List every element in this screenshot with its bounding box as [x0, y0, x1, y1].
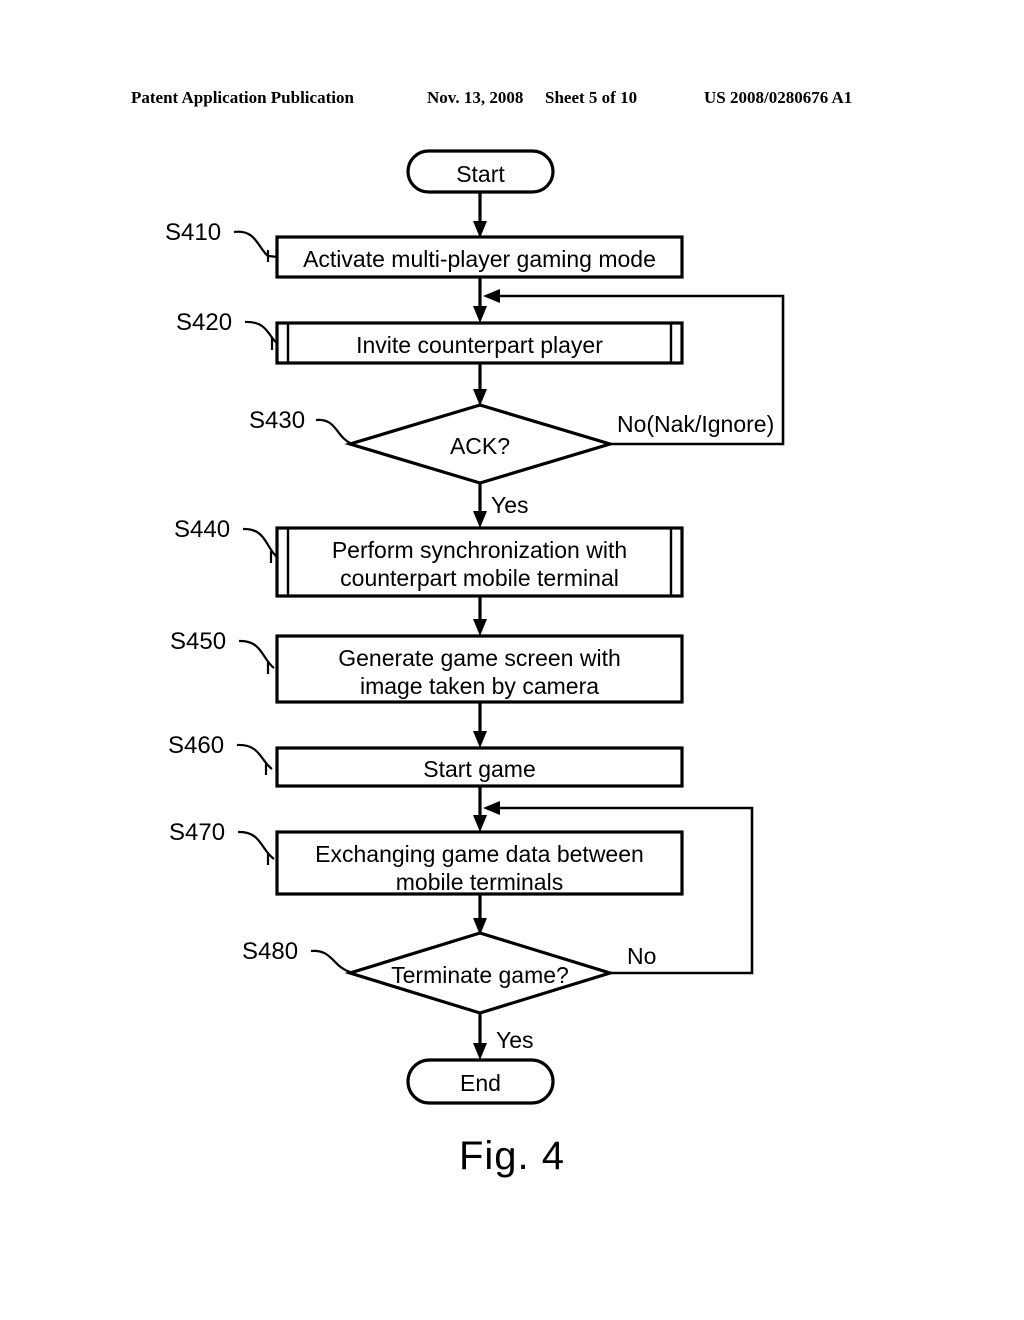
node-s450-shape [275, 634, 684, 704]
node-end-shape [406, 1058, 555, 1105]
node-s470-shape [275, 830, 684, 896]
node-s430-shape [344, 403, 616, 485]
edge-label-ack-no: No(Nak/Ignore) [617, 411, 775, 437]
node-s460-shape [275, 746, 684, 788]
ref-label-s460: S460 [168, 732, 225, 759]
edge-s460-to-s470 [473, 786, 487, 832]
edge-s480-yes-to-end [473, 1013, 487, 1060]
ref-label-s430: S430 [249, 407, 306, 434]
edge-label-terminate-no: No [627, 943, 657, 969]
edge-s470-to-s480 [473, 894, 487, 935]
ref-label-s470: S470 [169, 819, 226, 846]
edge-s430-yes-to-s440 [473, 483, 487, 528]
edge-label-terminate-yes: Yes [496, 1027, 534, 1053]
edge-s410-to-s420 [473, 277, 487, 323]
ref-label-s420: S420 [176, 309, 233, 336]
edge-s450-to-s460 [473, 702, 487, 748]
ref-label-s480: S480 [242, 938, 299, 965]
node-s480-shape [344, 931, 616, 1015]
ref-label-s410: S410 [165, 219, 222, 246]
node-s410-shape [275, 235, 684, 279]
edge-s420-to-s430 [473, 363, 487, 406]
figure-caption: Fig. 4 [458, 1134, 566, 1178]
node-start-shape [406, 149, 555, 194]
node-s440-shape [275, 526, 684, 598]
edge-label-ack-yes: Yes [491, 492, 529, 518]
ref-label-s440: S440 [174, 516, 231, 543]
flowchart-graphics [233, 149, 785, 1105]
edge-s440-to-s450 [473, 596, 487, 636]
patent-page: Patent Application Publication Nov. 13, … [0, 0, 1024, 1320]
node-s420-shape [275, 321, 684, 365]
ref-label-s450: S450 [170, 628, 227, 655]
edge-start-to-s410 [473, 192, 487, 238]
